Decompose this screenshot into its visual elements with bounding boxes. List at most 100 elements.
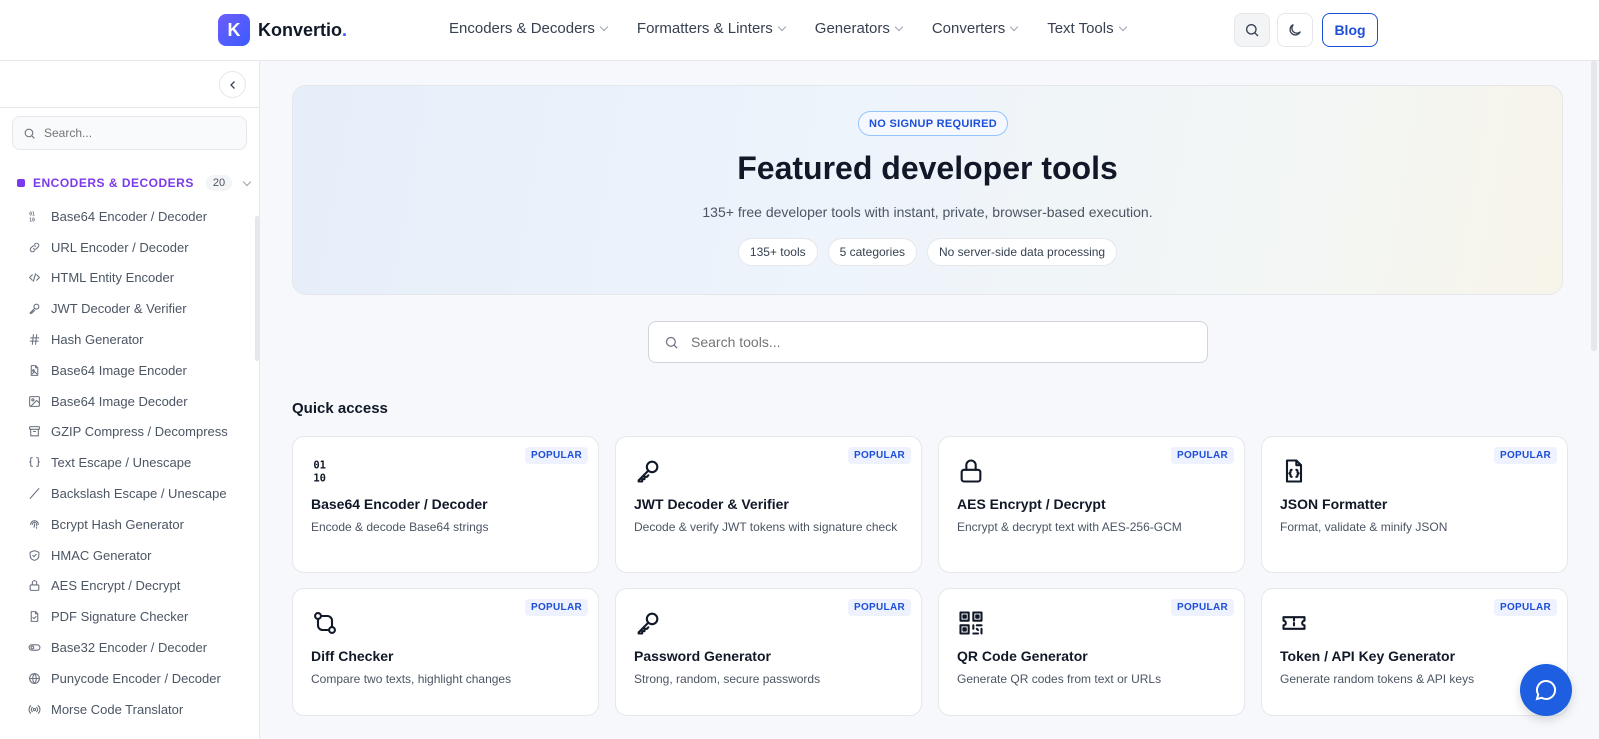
tool-card-jwt-decoder-verifier[interactable]: POPULAR JWT Decoder & Verifier Decode & ve…: [615, 436, 922, 573]
sidebar-item-base64-image-encoder[interactable]: Base64 Image Encoder: [27, 355, 228, 386]
main-nav: Encoders & Decoders Formatters & Linters…: [449, 20, 1127, 37]
qr-code-icon: [957, 609, 985, 637]
sidebar-item-gzip-compress-decompress[interactable]: GZIP Compress / Decompress: [27, 417, 228, 448]
sidebar-item-punycode-encoder-decoder[interactable]: Punycode Encoder / Decoder: [27, 663, 228, 694]
theme-toggle-button[interactable]: [1277, 13, 1313, 47]
sidebar: ENCODERS & DECODERS 20 0110 Base64 Encode…: [0, 61, 260, 739]
tool-card-description: Generate QR codes from text or URLs: [957, 672, 1162, 686]
sidebar-item-pdf-signature-checker[interactable]: PDF Signature Checker: [27, 601, 228, 632]
tool-card-base64-encoder-decoder[interactable]: POPULAR 01 10 Base64 Encoder / Decoder Encod…: [292, 436, 599, 573]
tool-card-description: Encode & decode Base64 strings: [311, 520, 489, 534]
sidebar-search: [12, 116, 247, 150]
key-icon: [27, 302, 41, 316]
tool-card-title: JWT Decoder & Verifier: [634, 496, 789, 512]
hero-title: Featured developer tools: [737, 150, 1118, 186]
sidebar-item-label: Base32 Encoder / Decoder: [51, 640, 208, 656]
braces-icon: [27, 456, 41, 470]
file-json-icon: [1280, 457, 1308, 485]
brand-logo[interactable]: K Konvertio.: [218, 14, 347, 46]
chevron-down-icon: [777, 22, 787, 32]
binary-icon: 01 10: [311, 457, 339, 485]
tool-card-description: Strong, random, secure passwords: [634, 672, 821, 686]
sidebar-item-text-escape-unescape[interactable]: Text Escape / Unescape: [27, 447, 228, 478]
sidebar-item-base32-encoder-decoder[interactable]: Base32 Encoder / Decoder: [27, 632, 228, 663]
sidebar-item-hash-generator[interactable]: Hash Generator: [27, 324, 228, 355]
hero-chips: 135+ tools 5 categories No server-side d…: [293, 238, 1562, 266]
nav-text-tools[interactable]: Text Tools: [1047, 20, 1127, 37]
sidebar-item-url-encoder-decoder[interactable]: URL Encoder / Decoder: [27, 232, 228, 263]
popular-badge: POPULAR: [1171, 447, 1234, 464]
radio-icon: [27, 702, 41, 716]
tool-card-description: Encrypt & decrypt text with AES-256-GCM: [957, 520, 1182, 534]
sidebar-divider: [0, 107, 259, 108]
sidebar-item-backslash-escape-unescape[interactable]: Backslash Escape / Unescape: [27, 478, 228, 509]
tool-card-title: Base64 Encoder / Decoder: [311, 496, 488, 512]
tool-card-description: Format, validate & minify JSON: [1280, 520, 1448, 534]
sidebar-item-label: HTML Entity Encoder: [51, 270, 175, 286]
popular-badge: POPULAR: [848, 599, 911, 616]
git-compare-icon: [311, 609, 339, 637]
sidebar-item-base64-image-decoder[interactable]: Base64 Image Decoder: [27, 386, 228, 417]
tool-search-input[interactable]: [691, 334, 1171, 350]
sidebar-item-bcrypt-hash-generator[interactable]: Bcrypt Hash Generator: [27, 509, 228, 540]
search-icon: [665, 336, 678, 349]
link-icon: [27, 240, 41, 254]
tool-card-title: Diff Checker: [311, 648, 394, 664]
sidebar-item-label: Base64 Image Encoder: [51, 362, 187, 378]
archive-icon: [27, 425, 41, 439]
chevron-down-icon: [1009, 22, 1019, 32]
file-image-icon: [27, 363, 41, 377]
tool-card-aes-encrypt-decrypt[interactable]: POPULAR AES Encrypt / Decrypt Encrypt & de…: [938, 436, 1245, 573]
sidebar-item-base64-encoder-decoder[interactable]: 01 10 Base64 Encoder / Decoder: [27, 201, 228, 232]
popular-badge: POPULAR: [1494, 447, 1557, 464]
chevron-down-icon: [242, 177, 252, 186]
sidebar-item-html-entity-encoder[interactable]: HTML Entity Encoder: [27, 263, 228, 294]
tool-card-qr-code-generator[interactable]: POPULAR QR Code Generator Generate QR code…: [938, 588, 1245, 716]
blog-button[interactable]: Blog: [1322, 13, 1378, 47]
key-icon: [634, 457, 662, 485]
search-icon: [24, 128, 35, 139]
sidebar-item-aes-encrypt-decrypt[interactable]: AES Encrypt / Decrypt: [27, 571, 228, 602]
nav-formatters-linters[interactable]: Formatters & Linters: [637, 20, 787, 37]
brand-name: Konvertio.: [258, 19, 348, 40]
search-button[interactable]: [1234, 13, 1270, 47]
sidebar-item-morse-code-translator[interactable]: Morse Code Translator: [27, 694, 228, 725]
sidebar-item-label: JWT Decoder & Verifier: [51, 301, 187, 317]
category-count: 20: [205, 175, 233, 191]
nav-generators[interactable]: Generators: [815, 20, 904, 37]
page-scrollbar[interactable]: [1591, 61, 1597, 351]
sidebar-scrollbar[interactable]: [255, 216, 259, 361]
sidebar-collapse-button[interactable]: [219, 71, 246, 98]
tool-card-password-generator[interactable]: POPULAR Password Generator Strong, random,…: [615, 588, 922, 716]
code-icon: [27, 271, 41, 285]
file-check-icon: [27, 610, 41, 624]
sidebar-item-label: HMAC Generator: [51, 547, 152, 563]
slash-icon: [27, 487, 41, 501]
tool-card-json-formatter[interactable]: POPULAR JSON Formatter Format, validate & …: [1261, 436, 1568, 573]
svg-text:01: 01: [29, 211, 35, 217]
sidebar-search-input[interactable]: [44, 126, 224, 140]
tool-card-diff-checker[interactable]: POPULAR Diff Checker Compare two texts, hi…: [292, 588, 599, 716]
sidebar-item-label: GZIP Compress / Decompress: [51, 424, 228, 440]
chip-categories: 5 categories: [827, 238, 917, 266]
sidebar-item-hmac-generator[interactable]: HMAC Generator: [27, 540, 228, 571]
sidebar-item-label: Backslash Escape / Unescape: [51, 486, 227, 502]
lock-icon: [957, 457, 985, 485]
chevron-down-icon: [1118, 22, 1127, 32]
nav-encoders-decoders[interactable]: Encoders & Decoders: [449, 20, 609, 37]
sidebar-item-jwt-decoder-verifier[interactable]: JWT Decoder & Verifier: [27, 293, 228, 324]
popular-badge: POPULAR: [848, 447, 911, 464]
nav-converters[interactable]: Converters: [932, 20, 1019, 37]
chip-tools-count: 135+ tools: [737, 238, 818, 266]
fingerprint-icon: [27, 517, 41, 531]
tool-card-description: Compare two texts, highlight changes: [311, 672, 512, 686]
top-navbar: K Konvertio. Encoders & Decoders Formatt…: [0, 0, 1599, 61]
popular-badge: POPULAR: [1171, 599, 1234, 616]
sidebar-item-label: Morse Code Translator: [51, 701, 184, 717]
sidebar-item-label: Base64 Encoder / Decoder: [51, 208, 208, 224]
category-header[interactable]: ENCODERS & DECODERS 20: [17, 175, 252, 191]
chat-button[interactable]: [1520, 664, 1572, 716]
shield-icon: [27, 548, 41, 562]
sidebar-item-label: Bcrypt Hash Generator: [51, 516, 184, 532]
toggle-icon: [27, 641, 41, 655]
